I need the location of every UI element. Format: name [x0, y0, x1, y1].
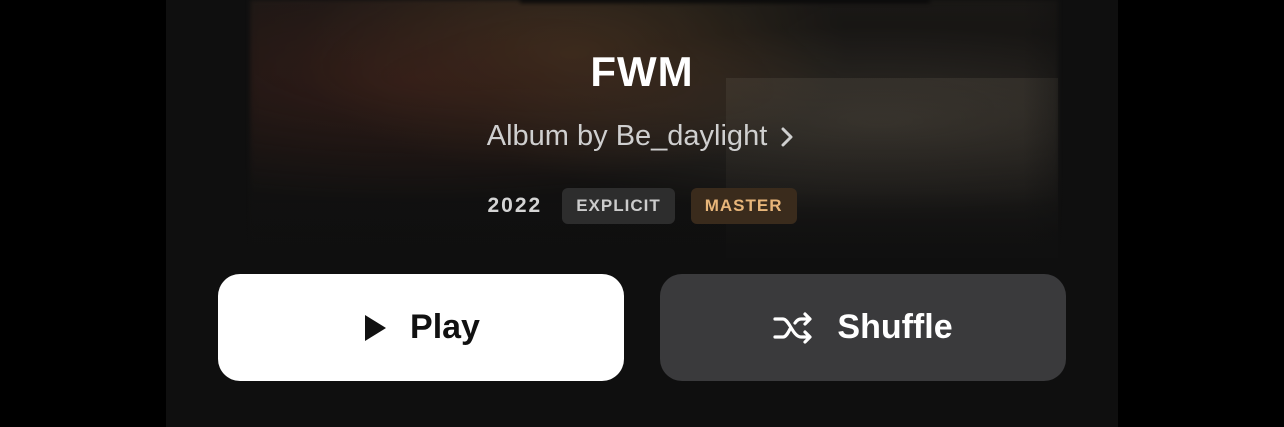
shuffle-icon — [773, 311, 815, 345]
play-icon — [362, 313, 388, 343]
artist-line-label: Album by Be_daylight — [486, 120, 768, 152]
album-meta: 2022 EXPLICIT MASTER — [166, 188, 1118, 224]
shuffle-button[interactable]: Shuffle — [660, 274, 1066, 381]
artist-link[interactable]: Album by Be_daylight — [166, 120, 1118, 153]
release-year: 2022 — [487, 194, 543, 217]
app-frame: FWM Album by Be_daylight 2022 EXPLICIT M… — [0, 0, 1284, 427]
album-title: FWM — [590, 48, 694, 95]
shuffle-button-label: Shuffle — [837, 308, 953, 346]
master-quality-badge: MASTER — [690, 188, 797, 224]
album-header: FWM Album by Be_daylight 2022 EXPLICIT M… — [166, 0, 1118, 427]
explicit-badge: EXPLICIT — [562, 188, 675, 224]
play-button-label: Play — [410, 308, 480, 346]
chevron-right-icon — [777, 124, 797, 150]
play-button[interactable]: Play — [218, 274, 624, 381]
